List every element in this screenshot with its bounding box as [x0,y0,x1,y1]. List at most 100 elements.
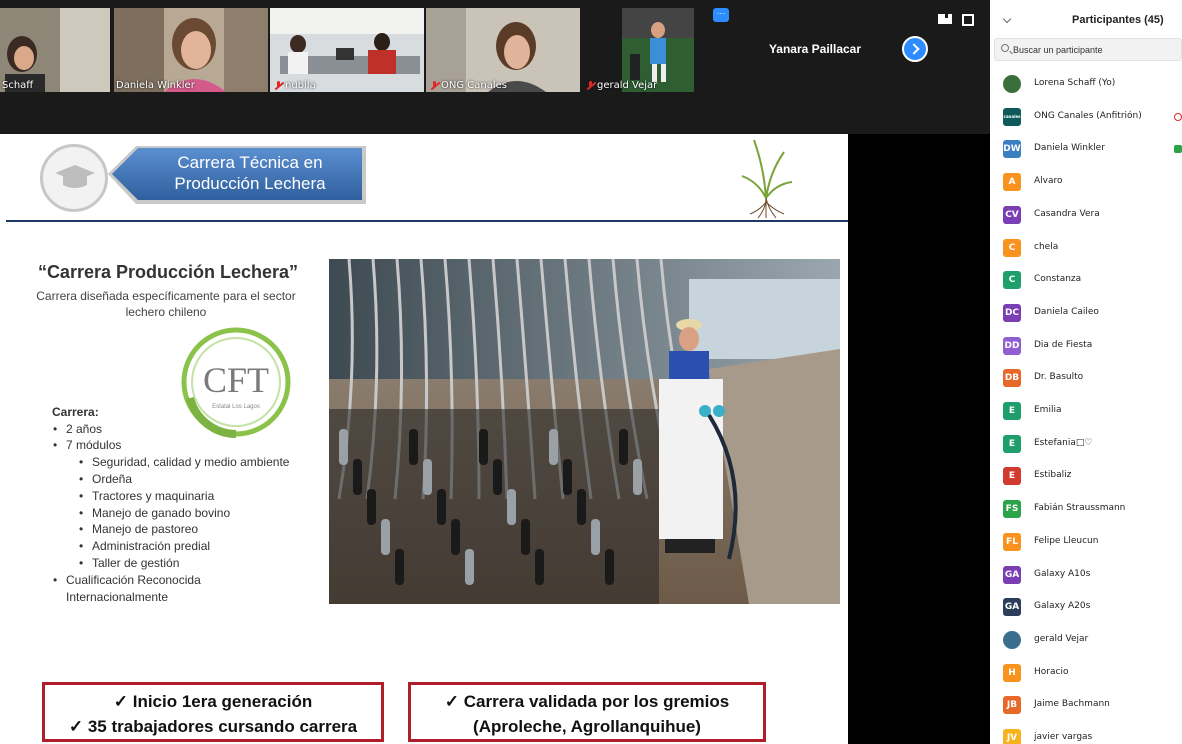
avatar [1003,75,1021,93]
participant-name: Galaxy A20s [1034,601,1091,612]
participant-row[interactable]: DD Dia de Fiesta [990,332,1182,365]
subheading-line: Carrera diseñada específicamente para el… [36,289,296,303]
panel-title: Participantes (45) [1072,14,1164,26]
list-item: Cualificación Reconocida [53,573,201,588]
highlight-line: ✓ Carrera validada por los gremios [444,692,730,711]
participant-row[interactable]: E Emilia [990,397,1182,430]
milking-cup [577,489,586,525]
participant-name: Lorena Schaff (Yo) [1034,78,1116,88]
avatar: CV [1003,205,1021,224]
active-speaker-name: Yanara Paillacar [768,42,862,56]
video-tile[interactable]: nubila [270,8,424,92]
participant-name: Galaxy A10s [1034,568,1091,579]
more-options-button[interactable]: ··· [713,8,729,22]
tile-name: nubila [285,80,316,91]
chevron-down-icon[interactable] [1002,14,1012,24]
tile-name: ONG Canales [441,80,507,91]
recording-icon [1174,112,1182,121]
avatar: canales [1003,107,1021,126]
highlight-box: ✓ Carrera validada por los gremios (Apro… [408,682,766,742]
milking-cup [521,519,530,555]
participant-row[interactable]: E Estefania□♡ [990,430,1182,463]
list-item: 2 años [53,422,102,437]
participant-row[interactable]: canales ONG Canales (Anfitrión) [990,103,1182,136]
cft-logo-text: CFT [203,360,269,400]
list-item: Manejo de pastoreo [79,522,198,537]
slide-subheading: Carrera diseñada específicamente para el… [20,288,312,320]
highlight-line: (Aproleche, Agrollanquihue) [473,717,701,736]
participant-row[interactable]: DW Daniela Winkler [990,135,1182,168]
milking-cup [437,489,446,525]
panel-header: Participantes (45) [990,0,1182,38]
list-item: Manejo de ganado bovino [79,506,230,521]
video-on-icon [1174,145,1182,154]
participant-name: gerald Vejar [1034,633,1089,644]
avatar: E [1003,434,1021,453]
participant-row[interactable]: FL Felipe Lleucun [990,528,1182,561]
participant-name: Dr. Basulto [1034,372,1084,383]
participant-row[interactable]: A Alvaro [990,168,1182,201]
subheading-line: lechero chileno [125,305,207,319]
avatar: DW [1003,140,1021,159]
avatar: C [1003,271,1021,290]
view-switch-icon[interactable] [938,14,952,24]
avatar: E [1003,402,1021,420]
graduation-cap-icon [55,165,95,188]
participant-row[interactable]: GA Galaxy A20s [990,593,1182,626]
participant-name: Alvaro [1034,176,1063,187]
tile-name: gerald Vejar [597,80,658,91]
participant-row[interactable]: E Estibaliz [990,462,1182,495]
slide-title: Carrera Técnica en Producción Lechera [132,152,368,194]
participant-row[interactable]: FS Fabián Straussmann [990,495,1182,528]
participants-panel: Participantes (45) Lorena Schaff (Yo) can… [990,0,1182,744]
participant-row[interactable]: C Constanza [990,266,1182,299]
list-item: Internacionalmente [66,590,169,604]
search-input[interactable] [1013,41,1179,58]
participant-name: Fabián Straussmann [1034,503,1126,514]
participant-row[interactable]: JB Jaime Bachmann [990,691,1182,724]
video-tile[interactable]: Daniela Winkler [114,8,268,92]
participant-name: Estefania□♡ [1034,437,1093,448]
milking-cup [619,429,628,465]
highlight-line: ✓ 35 trabajadores cursando carrera [68,717,358,736]
participant-row[interactable]: GA Galaxy A10s [990,561,1182,594]
avatar: GA [1003,598,1021,617]
participant-row[interactable]: Cchela [990,234,1182,267]
milking-cup [563,459,572,495]
participant-name: Constanza [1034,274,1082,285]
participant-row[interactable]: DB Dr. Basulto [990,364,1182,397]
shared-slide: Carrera Técnica en Producción Lechera “C… [0,134,848,744]
participant-row[interactable]: gerald Vejar [990,626,1182,659]
participant-name: Horacio [1034,666,1069,677]
milking-cup [507,489,516,525]
avatar: H [1003,663,1021,682]
participant-row[interactable]: CV Casandra Vera [990,201,1182,234]
participant-row[interactable]: JV javier vargas [990,724,1182,744]
participant-name: Estibaliz [1034,470,1072,481]
milking-cup [605,549,614,585]
divider [6,220,848,222]
video-tile[interactable]: Schaff [0,8,110,92]
cft-logo: CFT Estatal Los Lagos [181,327,291,438]
muted-mic-icon [274,81,283,90]
next-page-button[interactable] [902,36,928,62]
avatar: DC [1003,303,1021,322]
fullscreen-icon[interactable] [962,14,974,26]
milking-cup [451,519,460,555]
milking-cup [633,459,642,495]
active-speaker-tile[interactable]: Yanara Paillacar [738,8,892,92]
search-box[interactable] [994,38,1182,61]
milking-cup [381,519,390,555]
participant-name: javier vargas [1034,732,1093,742]
avatar: E [1003,467,1021,486]
milking-cup [465,549,474,585]
slide-title-line: Carrera Técnica en [177,153,323,172]
avatar: C [1003,238,1021,257]
video-tile[interactable]: ONG Canales [426,8,580,92]
participant-row[interactable]: DC Daniela Caileo [990,299,1182,332]
list-item: Tractores y maquinaria [79,489,214,504]
highlight-box: ✓ Inicio 1era generación ✓ 35 trabajador… [42,682,384,742]
search-icon [1001,44,1009,52]
participant-row[interactable]: H Horacio [990,659,1182,692]
participant-row[interactable]: Lorena Schaff (Yo) [990,70,1182,103]
